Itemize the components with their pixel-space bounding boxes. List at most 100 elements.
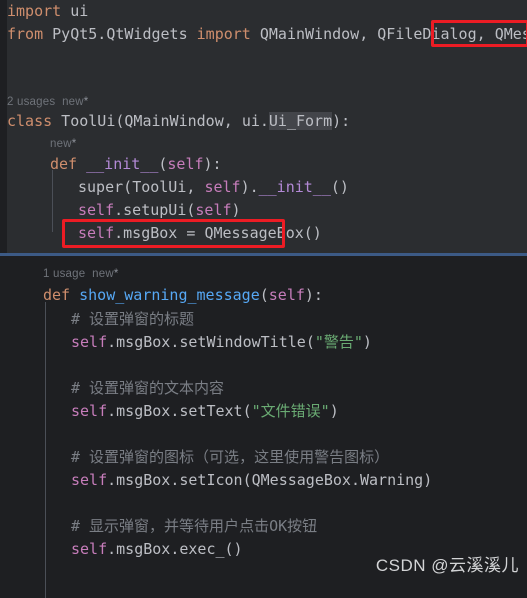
indent-guide-method-body [45,302,46,598]
code-line-set-window-title[interactable]: self.msgBox.setWindowTitle("警告") [71,331,372,354]
inlay-hint-usages-method[interactable]: 1 usage new* [43,264,119,284]
code-line-comment-text[interactable]: # 设置弹窗的文本内容 [71,377,224,400]
code-line-comment-icon[interactable]: # 设置弹窗的图标（可选，这里使用警告图标） [71,446,389,469]
editor-pane-top[interactable]: import ui from PyQt5.QtWidgets import QM… [0,0,527,253]
comment-set-dialog-title: # 设置弹窗的标题 [71,310,195,328]
vcs-new-label-init: new [50,138,72,150]
class-name-toolui: ToolUi [52,112,116,130]
module-prefix-ui: ui. [241,112,269,130]
space-2 [70,286,79,304]
string-file-error: "文件错误" [251,402,330,420]
paren-close-set-text: ) [329,402,339,420]
assign-operator: = [177,224,205,242]
code-line-comment-title[interactable]: # 设置弹窗的标题 [71,308,194,331]
arg-qmessagebox-warning: QMessageBox.Warning [251,471,424,489]
editor-pane-bottom[interactable]: 1 usage new* def show_warning_message(se… [0,256,527,598]
paren-close-colon: ): [332,112,351,130]
self-ref-exec: self [71,540,108,558]
paren-close-super: ) [240,178,250,196]
code-line-from-import[interactable]: from PyQt5.QtWidgets import QMainWindow,… [7,23,527,46]
self-ref-set-title: self [71,333,108,351]
module-name-ui: ui [61,2,89,20]
paren-close-setupui: ) [231,201,241,219]
self-ref-setupui: self [78,201,115,219]
attribute-msgbox: msgBox [123,224,178,242]
line-number-gutter-top [0,0,7,253]
csdn-watermark: CSDN @云溪溪儿 [375,556,519,575]
keyword-from: from [7,25,44,43]
code-area-bottom[interactable]: 1 usage new* def show_warning_message(se… [7,256,527,598]
paren-close-show-warning: ): [304,286,323,304]
paren-open-show-warning: ( [259,286,269,304]
dot-1-set-text: . [107,402,117,420]
code-line-comment-exec[interactable]: # 显示弹窗，并等待用户点击OK按钮 [71,515,317,538]
self-ref-msgbox: self [78,224,115,242]
param-self-show-warning: self [268,286,305,304]
attribute-msgbox-set-icon: msgBox [116,471,171,489]
arg-toolui: ToolUi [132,178,187,196]
paren-open-set-title: ( [305,333,315,351]
param-self-init: self [167,155,204,173]
code-line-def-show-warning[interactable]: def show_warning_message(self): [43,284,323,307]
code-line-def-init[interactable]: def __init__(self): [50,153,222,176]
comma-separator: , [223,112,242,130]
function-name-show-warning-message: show_warning_message [79,286,260,304]
dot-setupui: . [114,201,124,219]
imported-name-qmessagebox: QMessageBox [494,25,527,43]
method-setupui: setupUi [123,201,187,219]
paren-open-super: ( [123,178,133,196]
paren-open-set-text: ( [242,402,252,420]
method-init-call: __init__ [258,178,331,196]
vcs-modified-star: * [83,96,89,108]
method-seticon: setIcon [179,471,243,489]
arg-self-setupui: self [195,201,232,219]
code-line-import-ui[interactable]: import ui [7,0,88,23]
dot-1-exec: . [107,540,117,558]
code-line-exec[interactable]: self.msgBox.exec_() [71,538,243,561]
self-ref-set-text: self [71,402,108,420]
vcs-new-label: new [62,96,84,108]
method-exec: exec_ [179,540,225,558]
code-line-msgbox-assign[interactable]: self.msgBox = QMessageBox() [78,222,322,245]
keyword-class: class [7,112,53,130]
paren-close-set-icon: ) [423,471,433,489]
paren-close-init: ): [203,155,222,173]
inlay-hint-usages-class[interactable]: 2 usages new* [7,92,88,112]
space-1 [77,155,86,173]
keyword-def-show-warning: def [43,286,71,304]
code-line-set-icon[interactable]: self.msgBox.setIcon(QMessageBox.Warning) [71,469,432,492]
attribute-msgbox-set-text: msgBox [116,402,171,420]
dot-1-set-title: . [107,333,117,351]
code-line-class-def[interactable]: class ToolUi(QMainWindow, ui.Ui_Form): [7,110,350,133]
call-super: super [78,178,124,196]
base-class-qmainwindow: QMainWindow [124,112,224,130]
dot-super: . [249,178,259,196]
code-line-setupui[interactable]: self.setupUi(self) [78,199,241,222]
comment-set-dialog-text: # 设置弹窗的文本内容 [71,379,225,397]
inlay-hint-new-init[interactable]: new* [50,134,76,154]
dot-msgbox: . [114,224,124,242]
method-settext: setText [179,402,243,420]
code-line-set-text[interactable]: self.msgBox.setText("文件错误") [71,400,339,423]
arg-self-super: self [204,178,241,196]
attribute-msgbox-exec: msgBox [116,540,171,558]
keyword-def-init: def [50,155,78,173]
usages-count-label: 2 usages [7,96,56,108]
parens-exec: () [224,540,243,558]
self-ref-set-icon: self [71,471,108,489]
comma-super: , [186,178,205,196]
keyword-import: import [7,2,62,20]
comment-set-dialog-icon: # 设置弹窗的图标（可选，这里使用警告图标） [71,448,390,466]
indent-guide-init-body [52,170,53,232]
code-area-top[interactable]: import ui from PyQt5.QtWidgets import QM… [7,0,527,253]
dot-1-set-icon: . [107,471,117,489]
function-name-init: __init__ [86,155,159,173]
paren-open-set-icon: ( [242,471,252,489]
attribute-msgbox-set-title: msgBox [116,333,171,351]
vcs-new-label-method: new [92,268,114,280]
code-line-super-init[interactable]: super(ToolUi, self).__init__() [78,176,349,199]
base-class-ui-form: Ui_Form [268,112,333,130]
method-setwindowtitle: setWindowTitle [179,333,306,351]
paren-close-set-title: ) [362,333,372,351]
module-path-pyqt5: PyQt5.QtWidgets [43,25,197,43]
